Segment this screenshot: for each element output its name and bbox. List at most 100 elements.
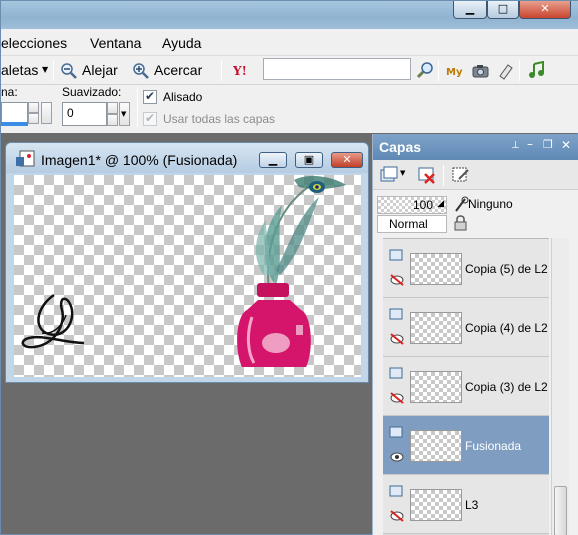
eye-hidden-icon[interactable] [389, 509, 405, 523]
chevron-down-icon[interactable]: ▼ [400, 169, 405, 177]
new-layer-icon[interactable] [379, 166, 401, 184]
svg-text:My: My [446, 67, 463, 78]
layer-thumbnail [410, 489, 462, 521]
ink-bottle-graphic [237, 283, 311, 367]
options-separator [137, 87, 138, 127]
menu-ventana[interactable]: Ventana [90, 35, 141, 51]
tool-option-slider[interactable] [1, 122, 28, 126]
chevron-down-icon: ▼ [42, 65, 49, 74]
suavizado-dropdown[interactable]: ▼ [119, 102, 130, 126]
eye-icon[interactable] [389, 450, 405, 464]
tool-option-field[interactable] [1, 102, 28, 124]
mask-icon[interactable] [453, 196, 469, 214]
close-icon[interactable]: ✕ [561, 138, 571, 152]
menu-ayuda[interactable]: Ayuda [162, 35, 201, 51]
layers-toolbar: ▼ [373, 160, 578, 190]
dropdown-arrow-icon[interactable] [41, 102, 52, 124]
suavizado-input[interactable]: 0 [62, 102, 107, 126]
minimize-icon[interactable]: – [527, 137, 533, 151]
toolbar-separator [221, 60, 222, 81]
close-icon: ✕ [540, 2, 550, 15]
peacock-feather-graphic [255, 175, 346, 291]
restore-icon[interactable]: ❐ [543, 138, 553, 151]
menu-selecciones[interactable]: elecciones [1, 35, 67, 51]
paletas-menu[interactable]: aletas [1, 62, 38, 78]
my-yahoo-icon[interactable]: My [446, 64, 466, 78]
mask-label: Ninguno [468, 197, 513, 211]
toolbar-separator [438, 60, 439, 81]
eye-hidden-icon[interactable] [389, 391, 405, 405]
scrollbar-thumb[interactable] [554, 486, 567, 535]
layer-row[interactable]: Copia (5) de L2 [383, 239, 549, 298]
image-minimize-button[interactable]: ▁ [259, 152, 287, 168]
layer-row[interactable]: Copia (3) de L2 [383, 357, 549, 416]
image-window-title: Imagen1* @ 100% (Fusionada) [41, 152, 238, 168]
camera-icon[interactable] [472, 63, 490, 79]
delete-layer-icon[interactable] [417, 166, 437, 184]
opacity-value: 100 [412, 198, 433, 212]
spin-up-icon[interactable] [28, 102, 39, 113]
blend-mode-select[interactable]: Normal [377, 215, 447, 233]
layer-name: Copia (4) de L2 [465, 321, 548, 335]
layer-visibility-icon[interactable] [389, 308, 405, 322]
opacity-field[interactable]: 100 ◢ [377, 196, 447, 214]
zoom-out-icon[interactable] [60, 62, 78, 80]
image-close-button[interactable]: ✕ [331, 152, 363, 168]
maximize-button[interactable]: □ [487, 1, 519, 19]
layer-row[interactable]: L3 [383, 475, 549, 534]
image-canvas[interactable] [14, 175, 361, 377]
maximize-icon: ▣ [303, 153, 315, 166]
close-icon: ✕ [342, 153, 352, 166]
layer-visibility-icon[interactable] [389, 249, 405, 263]
eraser-icon[interactable] [497, 62, 513, 80]
menubar: elecciones Ventana Ayuda [1, 29, 578, 56]
layers-list: Copia (5) de L2 Copia (4) de L2 Copia (3… [383, 238, 549, 535]
minimize-icon: ▁ [268, 153, 278, 166]
minimize-icon: ▁ [465, 2, 475, 15]
layer-visibility-icon[interactable] [389, 367, 405, 381]
image-maximize-button[interactable]: ▣ [295, 152, 323, 168]
zoom-in-icon[interactable] [132, 62, 150, 80]
tool-option-label: na: [1, 85, 18, 99]
eye-hidden-icon[interactable] [389, 273, 405, 287]
layers-scrollbar[interactable] [551, 238, 569, 535]
search-icon[interactable] [417, 61, 435, 79]
lock-icon[interactable] [453, 214, 469, 232]
usar-todas-label: Usar todas las capas [163, 112, 276, 126]
suavizado-spin-down[interactable] [107, 114, 118, 126]
alisado-label: Alisado [163, 90, 203, 104]
yahoo-icon[interactable]: Y! [233, 64, 251, 78]
image-document-icon [16, 150, 35, 167]
layer-row-selected[interactable]: Fusionada [383, 416, 549, 475]
image-window-titlebar[interactable]: Imagen1* @ 100% (Fusionada) ▁ ▣ ✕ [6, 143, 368, 173]
layer-name: Copia (5) de L2 [465, 262, 548, 276]
suavizado-label: Suavizado: [62, 85, 122, 99]
music-icon[interactable] [528, 61, 546, 79]
layers-palette-titlebar[interactable]: Capas ⊥ – ❐ ✕ [373, 134, 578, 160]
opacity-slider-icon[interactable]: ◢ [437, 199, 444, 209]
alisado-checkbox[interactable] [143, 89, 157, 104]
suavizado-spin-up[interactable] [107, 102, 118, 114]
layers-palette: Capas ⊥ – ❐ ✕ ▼ 100 ◢ Ninguno Normal Cop… [372, 134, 578, 535]
alejar-button[interactable]: Alejar [82, 62, 118, 78]
eye-hidden-icon[interactable] [389, 332, 405, 346]
layer-thumbnail [410, 253, 462, 285]
usar-todas-checkbox[interactable] [143, 111, 157, 126]
svg-text:Y!: Y! [233, 64, 247, 78]
pin-icon[interactable]: ⊥ [511, 140, 520, 151]
layer-properties-icon[interactable] [451, 165, 471, 185]
minimize-button[interactable]: ▁ [453, 1, 487, 19]
layer-visibility-icon[interactable] [389, 485, 405, 499]
close-button[interactable]: ✕ [519, 1, 571, 19]
search-input[interactable] [263, 58, 411, 80]
app-window: ▁ □ ✕ elecciones Ventana Ayuda aletas ▼ … [0, 0, 578, 535]
acercar-button[interactable]: Acercar [154, 62, 202, 78]
layer-visibility-icon[interactable] [389, 426, 405, 440]
layer-row[interactable]: Copia (4) de L2 [383, 298, 549, 357]
title-bar: ▁ □ ✕ [1, 1, 578, 29]
image-window: Imagen1* @ 100% (Fusionada) ▁ ▣ ✕ [5, 142, 369, 383]
canvas-artwork [21, 175, 346, 367]
blend-mode-value: Normal [389, 217, 428, 231]
layer-name: Fusionada [465, 439, 522, 453]
spin-down-icon[interactable] [28, 113, 39, 124]
